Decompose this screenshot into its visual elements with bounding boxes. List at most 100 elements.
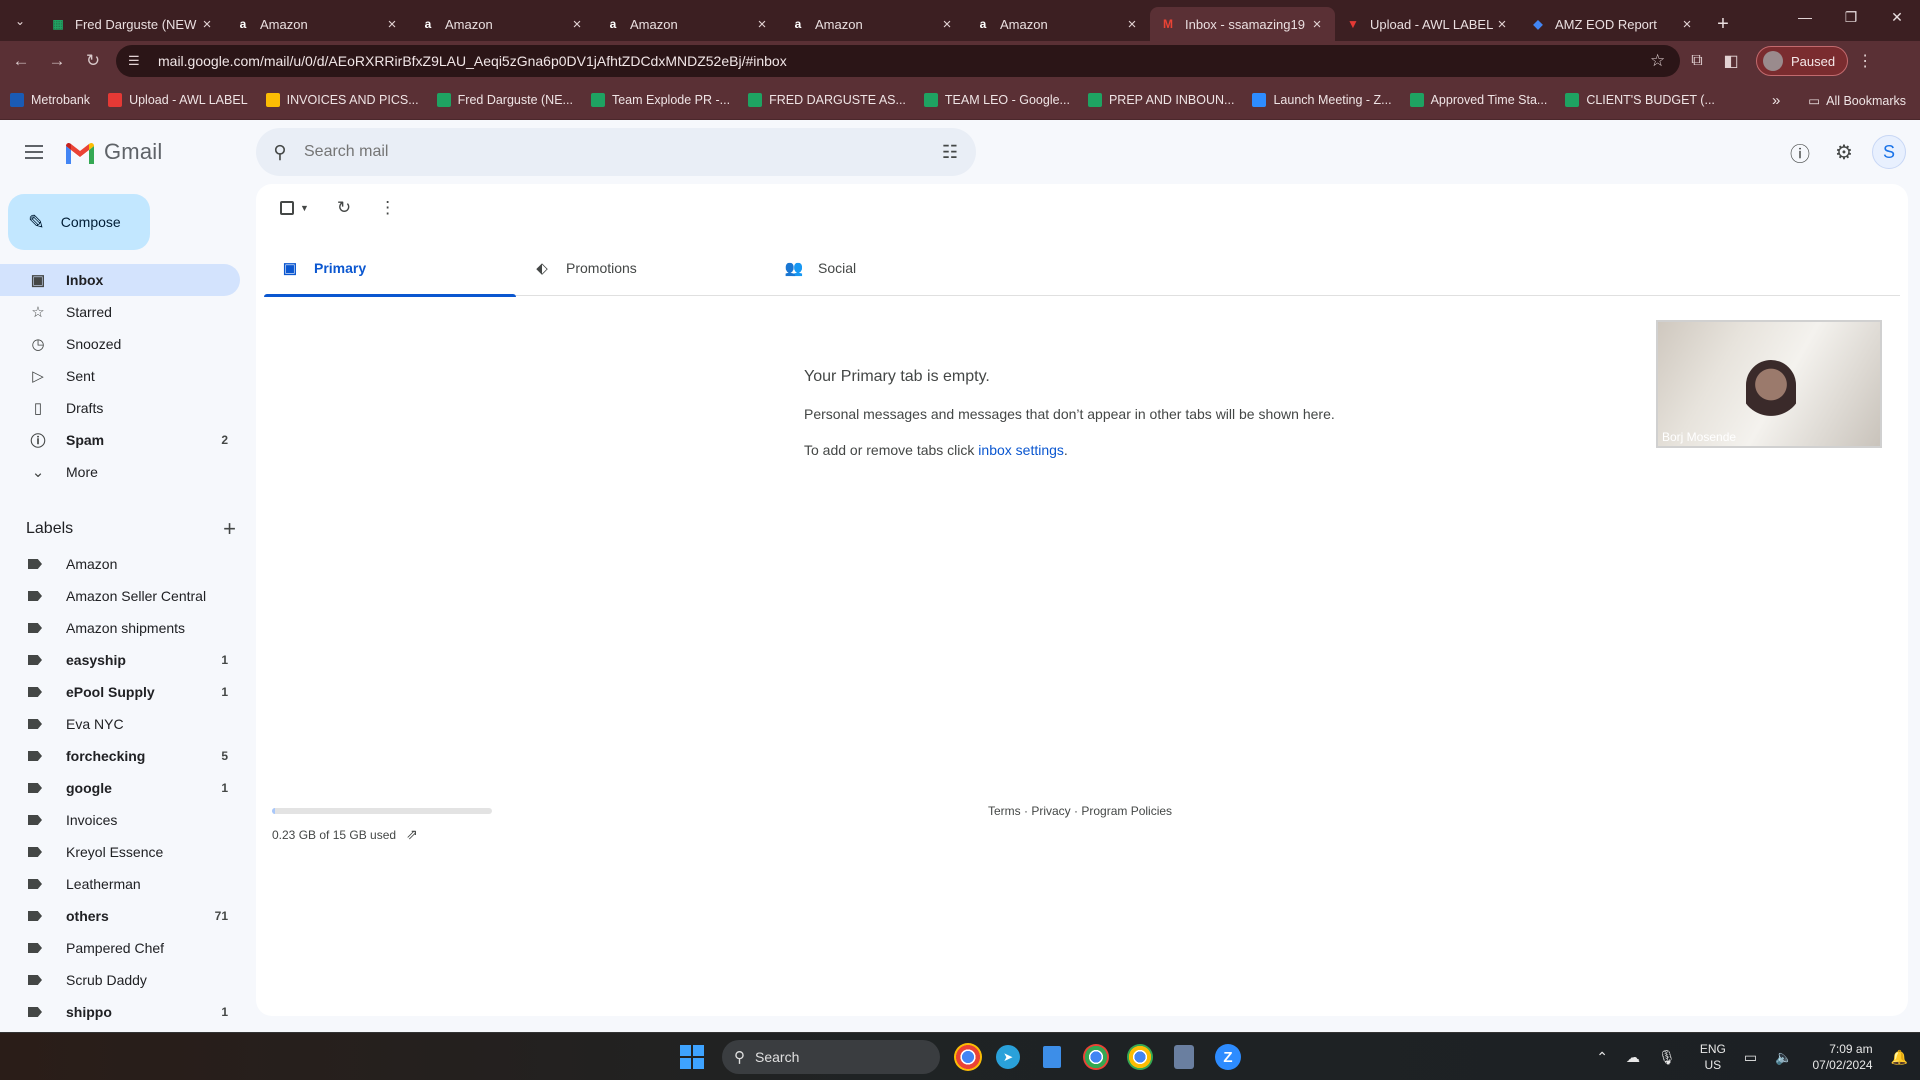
label-item[interactable]: google 1 (0, 772, 240, 804)
bookmark-item[interactable]: Launch Meeting - Z... (1252, 93, 1392, 107)
label-item[interactable]: Scrub Daddy (0, 964, 240, 996)
label-item[interactable]: Eva NYC (0, 708, 240, 740)
windows-start-icon[interactable] (680, 1045, 704, 1069)
label-item[interactable]: Invoices (0, 804, 240, 836)
select-all-checkbox[interactable] (280, 201, 294, 215)
bookmark-item[interactable]: Team Explode PR -... (590, 93, 730, 107)
video-call-preview[interactable]: Borj Mosende (1656, 320, 1882, 448)
compose-button[interactable]: ✎ Compose (8, 194, 150, 250)
reload-button[interactable]: ↻ (78, 46, 108, 76)
close-tab-icon[interactable]: × (754, 16, 770, 33)
browser-tab[interactable]: a Amazon × (965, 7, 1150, 41)
external-link-icon[interactable]: ⇗ (406, 826, 418, 843)
close-tab-icon[interactable]: × (1494, 16, 1510, 33)
more-bookmarks-icon[interactable]: » (1772, 92, 1780, 109)
close-tab-icon[interactable]: × (1309, 16, 1325, 33)
taskbar-search[interactable]: ⚲ Search (722, 1040, 940, 1074)
tab-promotions[interactable]: ⬖ Promotions (516, 240, 768, 296)
search-input[interactable] (304, 143, 924, 161)
browser-tab[interactable]: ◆ AMZ EOD Report × (1520, 7, 1705, 41)
sidebar-item-spam[interactable]: ⓘ Spam 2 (0, 424, 240, 456)
back-button[interactable]: ← (6, 46, 36, 76)
label-item[interactable]: shippo 1 (0, 996, 240, 1028)
notification-bell-icon[interactable]: 🔔 (1891, 1049, 1908, 1066)
restore-button[interactable]: ❐ (1828, 0, 1874, 34)
calculator-icon[interactable] (1166, 1039, 1202, 1075)
microphone-icon[interactable]: 🎙 (1658, 1049, 1676, 1066)
more-actions-icon[interactable]: ⋮ (379, 198, 396, 218)
bookmark-item[interactable]: Upload - AWL LABEL (108, 93, 248, 107)
search-icon[interactable]: ⚲ (256, 142, 304, 163)
new-tab-button[interactable]: + (1709, 7, 1737, 41)
label-item[interactable]: ePool Supply 1 (0, 676, 240, 708)
help-icon[interactable]: ⓘ (1780, 132, 1820, 172)
label-item[interactable]: others 71 (0, 900, 240, 932)
bookmark-item[interactable]: Fred Darguste (NE... (436, 93, 573, 107)
browser-tab[interactable]: M Inbox - ssamazing19 × (1150, 7, 1335, 41)
browser-tab[interactable]: a Amazon × (780, 7, 965, 41)
minimize-button[interactable]: — (1782, 0, 1828, 34)
all-bookmarks-button[interactable]: All Bookmarks (1826, 94, 1906, 108)
browser-tab[interactable]: a Amazon × (410, 7, 595, 41)
bookmark-item[interactable]: CLIENT'S BUDGET (... (1565, 93, 1715, 107)
notepad-icon[interactable] (1034, 1039, 1070, 1075)
clock[interactable]: 7:09 am 07/02/2024 (1813, 1041, 1873, 1073)
bookmark-item[interactable]: TEAM LEO - Google... (923, 93, 1070, 107)
bookmark-item[interactable]: PREP AND INBOUN... (1087, 93, 1234, 107)
language-indicator[interactable]: ENG US (1700, 1041, 1726, 1073)
bookmark-item[interactable]: Approved Time Sta... (1409, 93, 1547, 107)
close-tab-icon[interactable]: × (939, 16, 955, 33)
network-icon[interactable]: ▭ (1744, 1049, 1757, 1066)
chrome-profile-icon[interactable] (1078, 1039, 1114, 1075)
chevron-up-icon[interactable]: ⌃ (1596, 1049, 1608, 1066)
label-item[interactable]: forchecking 5 (0, 740, 240, 772)
sidebar-item-inbox[interactable]: ▣ Inbox (0, 264, 240, 296)
url-text[interactable]: mail.google.com/mail/u/0/d/AEoRXRRirBfxZ… (158, 53, 1650, 69)
label-item[interactable]: Amazon Seller Central (0, 580, 240, 612)
close-tab-icon[interactable]: × (1124, 16, 1140, 33)
privacy-link[interactable]: Privacy (1031, 804, 1070, 818)
bookmark-item[interactable]: INVOICES AND PICS... (265, 93, 419, 107)
account-avatar[interactable]: S (1872, 135, 1906, 169)
close-tab-icon[interactable]: × (384, 16, 400, 33)
cloud-offline-icon[interactable]: ☁ (1626, 1049, 1640, 1066)
close-tab-icon[interactable]: × (199, 16, 215, 33)
program-policies-link[interactable]: Program Policies (1081, 804, 1172, 818)
gmail-logo[interactable]: Gmail (64, 139, 162, 165)
create-label-icon[interactable]: + (223, 516, 236, 542)
chrome-work-icon[interactable] (1122, 1039, 1158, 1075)
label-item[interactable]: Kreyol Essence (0, 836, 240, 868)
browser-menu-icon[interactable]: ⋮ (1848, 46, 1882, 76)
telegram-icon[interactable]: ➤ (990, 1039, 1026, 1075)
browser-tab[interactable]: a Amazon × (225, 7, 410, 41)
refresh-icon[interactable]: ↻ (337, 198, 351, 218)
inbox-settings-link[interactable]: inbox settings (978, 442, 1064, 458)
bookmark-item[interactable]: FRED DARGUSTE AS... (748, 93, 906, 107)
address-bar[interactable]: ☰ mail.google.com/mail/u/0/d/AEoRXRRirBf… (116, 45, 1680, 77)
volume-icon[interactable]: 🔈 (1775, 1049, 1792, 1066)
settings-gear-icon[interactable]: ⚙ (1824, 132, 1864, 172)
terms-link[interactable]: Terms (988, 804, 1021, 818)
label-item[interactable]: Amazon (0, 548, 240, 580)
label-item[interactable]: Amazon shipments (0, 612, 240, 644)
sidebar-item-more[interactable]: ⌄ More (0, 456, 240, 488)
sidebar-item-drafts[interactable]: ▯ Drafts (0, 392, 240, 424)
label-item[interactable]: Leatherman (0, 868, 240, 900)
extensions-icon[interactable]: ⧉ (1680, 46, 1714, 76)
tab-primary[interactable]: ▣ Primary (264, 240, 516, 297)
profile-button[interactable]: Paused (1756, 46, 1849, 76)
zoom-icon[interactable]: Z (1210, 1039, 1246, 1075)
close-tab-icon[interactable]: × (1679, 16, 1695, 33)
browser-tab[interactable]: ▦ Fred Darguste (NEW × (40, 7, 225, 41)
site-info-icon[interactable]: ☰ (128, 53, 146, 69)
browser-tab[interactable]: ▼ Upload - AWL LABEL × (1335, 7, 1520, 41)
close-tab-icon[interactable]: × (569, 16, 585, 33)
label-item[interactable]: Pampered Chef (0, 932, 240, 964)
bookmark-star-icon[interactable]: ☆ (1650, 51, 1680, 71)
sidebar-item-starred[interactable]: ☆ Starred (0, 296, 240, 328)
side-panel-icon[interactable]: ◧ (1714, 46, 1748, 76)
label-item[interactable]: easyship 1 (0, 644, 240, 676)
tab-search-icon[interactable]: ⌄ (6, 7, 34, 35)
search-options-icon[interactable]: ☷ (924, 142, 976, 163)
close-window-button[interactable]: ✕ (1874, 0, 1920, 34)
